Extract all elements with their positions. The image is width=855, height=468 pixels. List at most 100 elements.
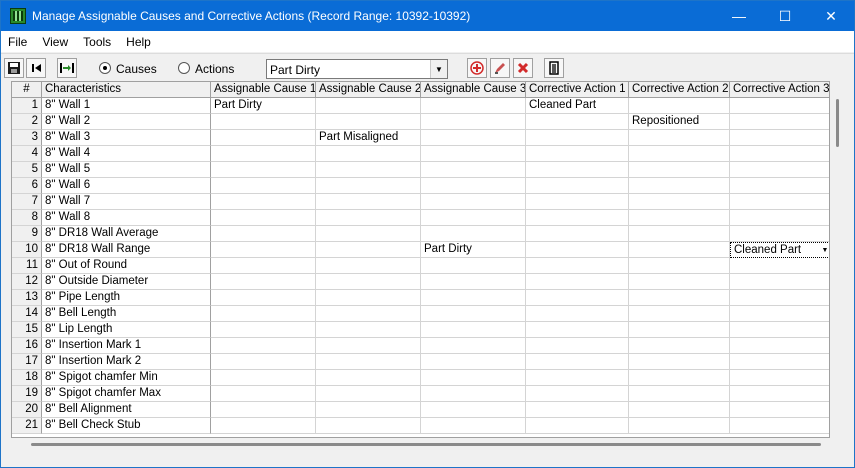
grid-cell[interactable] — [421, 418, 526, 434]
grid-cell[interactable] — [316, 178, 421, 194]
characteristic-cell[interactable]: 8" Outside Diameter — [42, 274, 211, 290]
grid-cell[interactable] — [421, 146, 526, 162]
grid-cell[interactable] — [526, 114, 629, 130]
transfer-button[interactable] — [57, 58, 77, 78]
horizontal-scroll-thumb[interactable] — [31, 443, 821, 446]
grid-cell[interactable] — [211, 130, 316, 146]
actions-radio-label[interactable]: Actions — [195, 62, 234, 76]
grid-cell[interactable] — [730, 274, 829, 290]
grid-cell[interactable] — [421, 258, 526, 274]
exit-button[interactable] — [544, 58, 564, 78]
characteristic-cell[interactable]: 8" Bell Length — [42, 306, 211, 322]
minimize-button[interactable]: — — [716, 1, 762, 31]
horizontal-scrollbar[interactable] — [11, 438, 845, 450]
characteristic-cell[interactable]: 8" Wall 3 — [42, 130, 211, 146]
edit-button[interactable] — [490, 58, 510, 78]
grid-cell[interactable] — [730, 146, 829, 162]
grid-cell[interactable] — [316, 322, 421, 338]
grid-cell[interactable] — [629, 418, 730, 434]
grid-cell[interactable] — [526, 354, 629, 370]
characteristic-cell[interactable]: 8" Pipe Length — [42, 290, 211, 306]
grid-cell[interactable] — [316, 98, 421, 114]
grid-cell[interactable] — [730, 354, 829, 370]
column-header[interactable]: Assignable Cause 1 — [211, 82, 316, 98]
grid-cell[interactable]: Part Dirty — [421, 242, 526, 258]
grid-cell[interactable] — [629, 322, 730, 338]
menu-help[interactable]: Help — [119, 35, 159, 49]
grid-cell[interactable] — [421, 274, 526, 290]
grid-cell[interactable] — [629, 146, 730, 162]
grid-cell[interactable] — [421, 130, 526, 146]
actions-radio[interactable] — [178, 62, 190, 74]
grid-cell[interactable] — [316, 146, 421, 162]
grid-cell[interactable] — [421, 290, 526, 306]
grid-cell[interactable] — [629, 386, 730, 402]
grid-cell[interactable] — [526, 418, 629, 434]
grid-cell[interactable] — [526, 242, 629, 258]
column-header[interactable]: Assignable Cause 3 — [421, 82, 526, 98]
grid-cell[interactable] — [211, 210, 316, 226]
grid-cell[interactable] — [730, 370, 829, 386]
grid-cell[interactable] — [421, 162, 526, 178]
add-button[interactable] — [467, 58, 487, 78]
grid-cell[interactable] — [629, 290, 730, 306]
column-header[interactable]: # — [12, 82, 42, 98]
grid-cell[interactable] — [421, 114, 526, 130]
grid-cell[interactable] — [421, 402, 526, 418]
grid-cell[interactable] — [316, 226, 421, 242]
grid-cell[interactable] — [211, 226, 316, 242]
grid-cell[interactable] — [211, 290, 316, 306]
grid-cell[interactable] — [730, 194, 829, 210]
grid-cell[interactable] — [526, 210, 629, 226]
grid-cell[interactable] — [526, 258, 629, 274]
chevron-down-icon[interactable]: ▼ — [819, 243, 829, 257]
grid-cell[interactable] — [526, 338, 629, 354]
grid-cell[interactable] — [316, 354, 421, 370]
grid-cell[interactable] — [421, 194, 526, 210]
grid-cell[interactable] — [526, 322, 629, 338]
grid-cell[interactable] — [730, 114, 829, 130]
column-header[interactable]: Corrective Action 3 — [730, 82, 829, 98]
grid-cell[interactable] — [526, 370, 629, 386]
characteristic-cell[interactable]: 8" Wall 2 — [42, 114, 211, 130]
grid-cell[interactable] — [526, 386, 629, 402]
delete-button[interactable] — [513, 58, 533, 78]
grid-cell[interactable] — [316, 210, 421, 226]
grid-cell[interactable] — [730, 402, 829, 418]
characteristic-cell[interactable]: 8" Wall 1 — [42, 98, 211, 114]
causes-radio-label[interactable]: Causes — [116, 62, 157, 76]
grid-cell[interactable] — [730, 162, 829, 178]
grid-cell[interactable] — [211, 338, 316, 354]
characteristic-cell[interactable]: 8" Bell Check Stub — [42, 418, 211, 434]
grid-cell[interactable] — [421, 306, 526, 322]
maximize-button[interactable]: ☐ — [762, 1, 808, 31]
grid-cell[interactable] — [526, 290, 629, 306]
grid-cell[interactable] — [316, 258, 421, 274]
column-header[interactable]: Corrective Action 1 — [526, 82, 629, 98]
characteristic-cell[interactable]: 8" Lip Length — [42, 322, 211, 338]
vertical-scrollbar[interactable] — [830, 81, 845, 438]
grid-cell[interactable] — [526, 226, 629, 242]
grid-cell[interactable] — [421, 386, 526, 402]
menu-view[interactable]: View — [35, 35, 76, 49]
cause-dropdown[interactable]: Part Dirty ▼ — [266, 59, 448, 79]
grid-cell[interactable] — [629, 370, 730, 386]
grid-cell[interactable] — [316, 386, 421, 402]
grid-cell[interactable] — [211, 370, 316, 386]
grid-cell[interactable] — [730, 306, 829, 322]
characteristic-cell[interactable]: 8" Insertion Mark 2 — [42, 354, 211, 370]
characteristic-cell[interactable]: 8" Spigot chamfer Max — [42, 386, 211, 402]
characteristic-cell[interactable]: 8" Bell Alignment — [42, 402, 211, 418]
save-button[interactable] — [4, 58, 24, 78]
grid-cell[interactable] — [526, 274, 629, 290]
grid-cell[interactable] — [421, 226, 526, 242]
grid-cell[interactable] — [316, 162, 421, 178]
grid-cell[interactable] — [211, 258, 316, 274]
grid-cell[interactable] — [629, 242, 730, 258]
grid-cell[interactable] — [211, 178, 316, 194]
grid-cell[interactable] — [730, 98, 829, 114]
grid-cell[interactable] — [526, 178, 629, 194]
grid-cell[interactable] — [629, 338, 730, 354]
grid-cell[interactable] — [316, 242, 421, 258]
grid-cell[interactable] — [629, 402, 730, 418]
